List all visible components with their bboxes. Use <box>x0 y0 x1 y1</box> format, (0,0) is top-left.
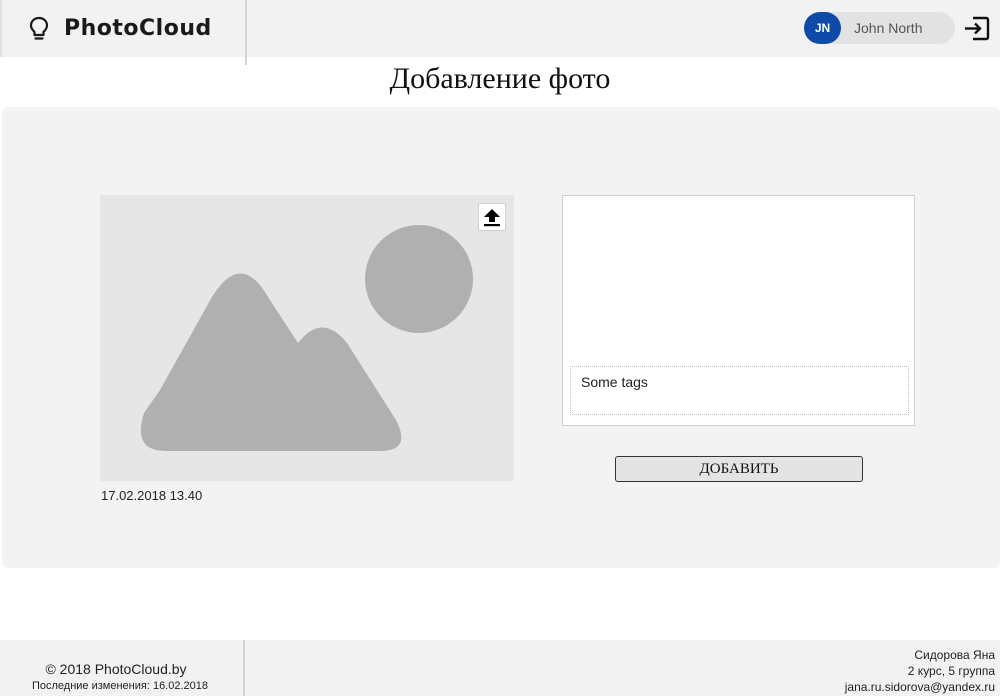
avatar: JN <box>804 12 841 44</box>
upload-icon <box>484 209 500 227</box>
photo-preview[interactable] <box>100 195 514 481</box>
logout-icon[interactable] <box>963 15 990 42</box>
author-info: Сидорова Яна 2 курс, 5 группа jana.ru.si… <box>845 647 995 695</box>
lightbulb-icon <box>29 16 49 40</box>
copyright: © 2018 PhotoCloud.by <box>45 661 187 677</box>
image-placeholder-icon <box>140 225 473 451</box>
photo-date: 17.02.2018 13.40 <box>101 488 203 503</box>
header-divider <box>245 0 247 65</box>
author-email[interactable]: jana.ru.sidorova@yandex.ru <box>845 679 995 695</box>
app-logo[interactable]: PhotoCloud <box>4 0 246 57</box>
upload-button[interactable] <box>478 203 506 231</box>
add-button[interactable]: ДОБАВИТЬ <box>615 456 863 482</box>
app-footer: © 2018 PhotoCloud.by Последние изменения… <box>0 640 1000 696</box>
page-title: Добавление фото <box>389 62 611 95</box>
last-modified: Последние изменения: 16.02.2018 <box>31 680 209 692</box>
footer-divider <box>243 640 245 696</box>
app-name: PhotoCloud <box>64 16 212 41</box>
author-name: Сидорова Яна <box>914 648 995 662</box>
tags-input[interactable]: Some tags <box>570 366 909 415</box>
photo-description-field[interactable]: Some tags <box>562 195 915 426</box>
user-name: John North <box>854 20 923 36</box>
user-menu[interactable]: JN John North <box>804 12 955 44</box>
app-header: PhotoCloud JN John North <box>0 0 1000 65</box>
add-photo-panel: 17.02.2018 13.40 Some tags ДОБАВИТЬ <box>2 107 1000 568</box>
author-course: 2 курс, 5 группа <box>907 664 995 678</box>
